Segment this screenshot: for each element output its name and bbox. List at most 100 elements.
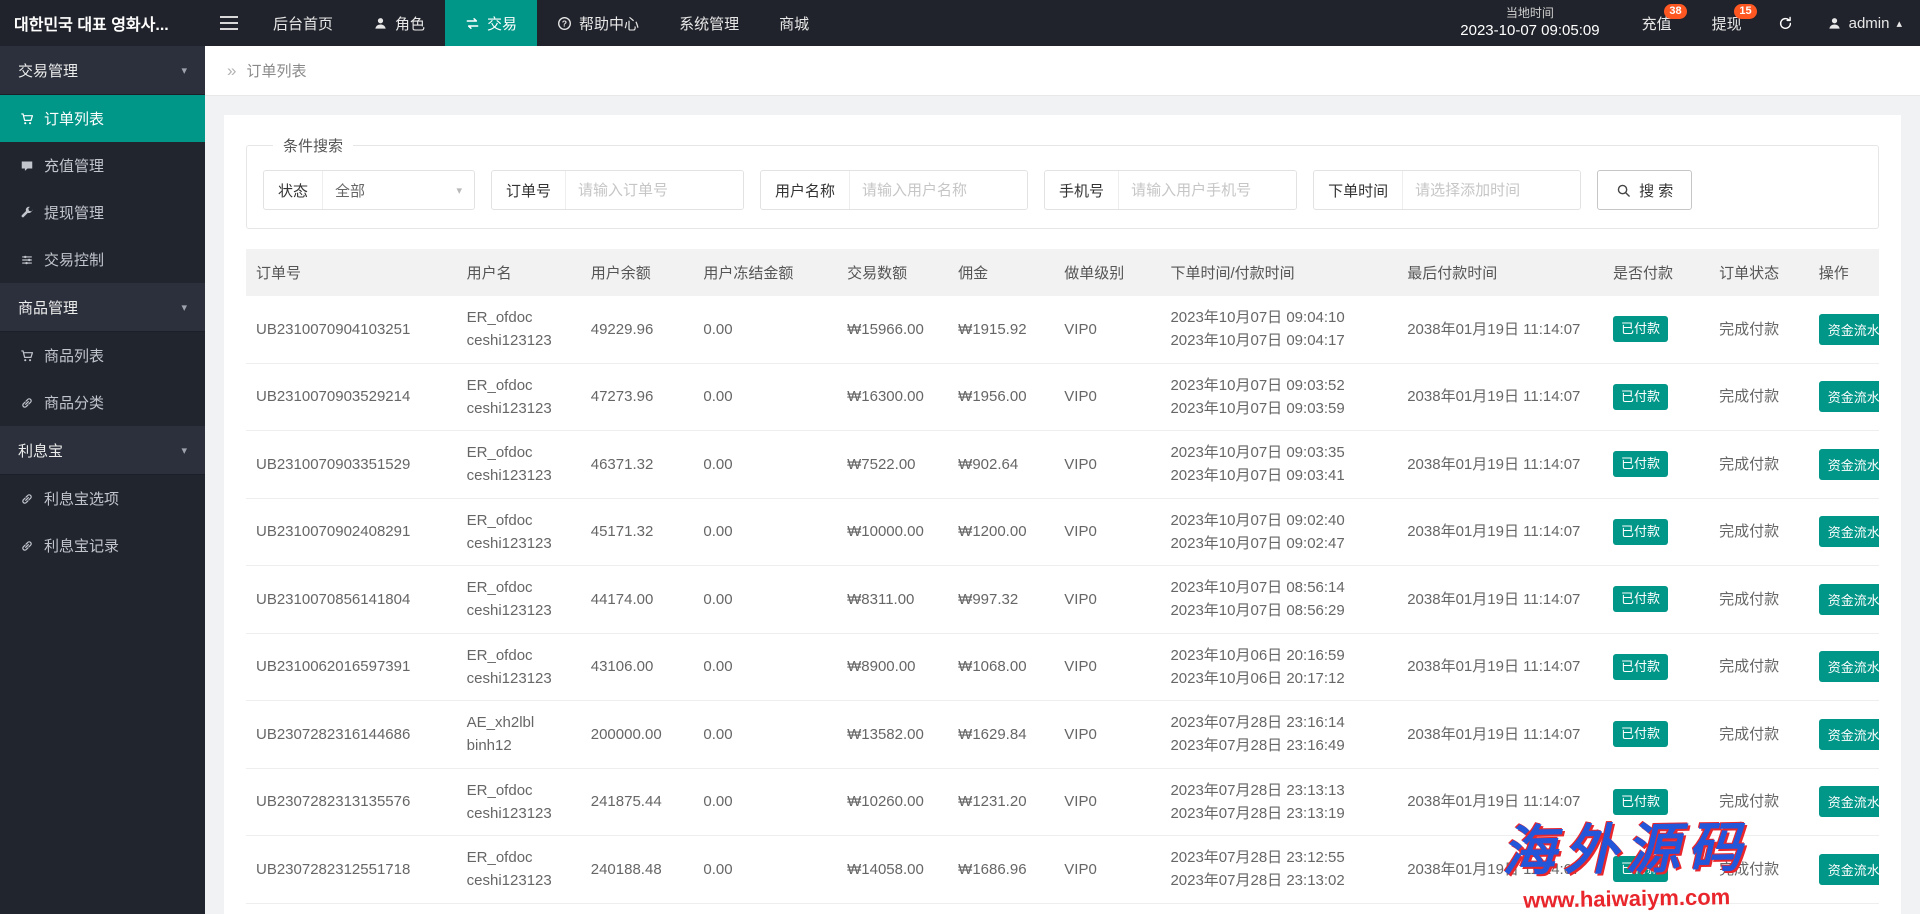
search-panel-title: 条件搜索	[273, 135, 353, 156]
paid-badge: 已付款	[1613, 856, 1668, 882]
cell-frozen: 0.00	[693, 363, 837, 431]
cell-action: 资金流水	[1809, 903, 1879, 914]
cell-pay-status: 已付款	[1603, 903, 1709, 914]
cell-action: 资金流水	[1809, 701, 1879, 769]
fund-flow-button[interactable]: 资金流水	[1819, 786, 1879, 817]
fund-flow-button[interactable]: 资金流水	[1819, 651, 1879, 682]
sidebar: 交易管理▾订单列表充值管理提现管理交易控制商品管理▾商品列表商品分类利息宝▾利息…	[0, 46, 205, 914]
sidebar-item[interactable]: 充值管理	[0, 142, 205, 189]
cell-order-status: 完成付款	[1709, 701, 1809, 769]
nav-item-role[interactable]: 角色	[353, 0, 445, 46]
cell-last-pay-time: 2038年01月19日 11:14:07	[1397, 566, 1603, 634]
fund-flow-button[interactable]: 资金流水	[1819, 381, 1879, 412]
cell-balance: 237460.28	[581, 903, 694, 914]
cell-last-pay-time: 2038年01月19日 11:14:07	[1397, 836, 1603, 904]
quick-withdraw[interactable]: 提现15	[1692, 0, 1762, 46]
hamburger-icon[interactable]	[205, 0, 253, 46]
sidebar-item[interactable]: 商品列表	[0, 332, 205, 379]
refresh-button[interactable]	[1762, 0, 1809, 46]
sidebar-item[interactable]: 交易控制	[0, 236, 205, 283]
column-header: 佣金	[948, 249, 1054, 296]
cell-order-time: 2023年10月07日 09:04:102023年10月07日 09:04:17	[1160, 296, 1397, 363]
cell-frozen: 0.00	[693, 836, 837, 904]
cell-username: ER_ofdocceshi123123	[457, 296, 581, 363]
phone-input[interactable]	[1118, 171, 1296, 209]
cell-pay-status: 已付款	[1603, 768, 1709, 836]
cell-order-time: 2023年10月07日 08:56:142023年10月07日 08:56:29	[1160, 566, 1397, 634]
nav-item-home[interactable]: 后台首页	[253, 0, 353, 46]
orders-card: 条件搜索 状态 全部 ▾ 订单号 用户名称	[224, 115, 1901, 914]
sidebar-item[interactable]: 订单列表	[0, 95, 205, 142]
column-header: 最后付款时间	[1397, 249, 1603, 296]
quick-recharge[interactable]: 充值38	[1622, 0, 1692, 46]
sidebar-menu: 交易管理▾订单列表充值管理提现管理交易控制商品管理▾商品列表商品分类利息宝▾利息…	[0, 46, 205, 569]
sidebar-item-label: 提现管理	[44, 202, 104, 223]
help-icon: ?	[557, 16, 572, 31]
cell-pay-status: 已付款	[1603, 566, 1709, 634]
nav-item-mall[interactable]: 商城	[759, 0, 829, 46]
table-row: UB2310070904103251ER_ofdocceshi123123492…	[246, 296, 1879, 363]
link-icon	[20, 492, 34, 506]
cell-commission: ₩1200.00	[948, 498, 1054, 566]
nav-item-trade[interactable]: 交易	[445, 0, 537, 46]
paid-badge: 已付款	[1613, 586, 1668, 612]
sidebar-item[interactable]: 商品分类	[0, 379, 205, 426]
cell-commission: ₩1231.20	[948, 768, 1054, 836]
admin-menu[interactable]: admin ▴	[1809, 0, 1920, 46]
search-button[interactable]: 搜 索	[1597, 170, 1692, 210]
cell-balance: 46371.32	[581, 431, 694, 499]
column-header: 交易数额	[837, 249, 948, 296]
exchange-icon	[465, 16, 480, 31]
cell-order-status: 完成付款	[1709, 836, 1809, 904]
fund-flow-button[interactable]: 资金流水	[1819, 449, 1879, 480]
fund-flow-button[interactable]: 资金流水	[1819, 854, 1879, 885]
order-no-input[interactable]	[565, 171, 743, 209]
cell-order-time: 2023年07月28日 23:12:552023年07月28日 23:13:02	[1160, 836, 1397, 904]
nav-item-label: 交易	[487, 13, 517, 34]
order-time-input[interactable]	[1402, 171, 1580, 209]
cell-commission: ₩1629.84	[948, 701, 1054, 769]
cell-frozen: 0.00	[693, 431, 837, 499]
sidebar-item[interactable]: 利息宝记录	[0, 522, 205, 569]
cell-commission: ₩902.64	[948, 431, 1054, 499]
cell-balance: 200000.00	[581, 701, 694, 769]
cell-username: ER_ofdocceshi123123	[457, 768, 581, 836]
sidebar-group-0[interactable]: 交易管理▾	[0, 46, 205, 95]
column-header: 是否付款	[1603, 249, 1709, 296]
table-row: UB2310062016597391ER_ofdocceshi123123431…	[246, 633, 1879, 701]
fund-flow-button[interactable]: 资金流水	[1819, 314, 1879, 345]
fund-flow-button[interactable]: 资金流水	[1819, 516, 1879, 547]
cell-balance: 45171.32	[581, 498, 694, 566]
sidebar-item[interactable]: 利息宝选项	[0, 475, 205, 522]
cell-order-no: UB2307282312305954	[246, 903, 457, 914]
username-input[interactable]	[849, 171, 1027, 209]
control-icon	[20, 253, 34, 267]
cell-balance: 49229.96	[581, 296, 694, 363]
paid-badge: 已付款	[1613, 316, 1668, 342]
status-select[interactable]: 全部 ▾	[322, 171, 474, 209]
nav-item-system[interactable]: 系统管理	[659, 0, 759, 46]
fund-flow-button[interactable]: 资金流水	[1819, 719, 1879, 750]
fund-flow-button[interactable]: 资金流水	[1819, 584, 1879, 615]
cell-vip-level: VIP0	[1054, 566, 1160, 634]
table-row: UB2307282312305954ER_ofdocceshi123123237…	[246, 903, 1879, 914]
cell-order-status: 完成付款	[1709, 566, 1809, 634]
sidebar-item[interactable]: 提现管理	[0, 189, 205, 236]
search-icon	[1616, 183, 1631, 198]
link-icon	[20, 396, 34, 410]
cell-last-pay-time: 2038年01月19日 11:14:07	[1397, 296, 1603, 363]
table-header-row: 订单号用户名用户余额用户冻结金额交易数额佣金做单级别下单时间/付款时间最后付款时…	[246, 249, 1879, 296]
nav-item-label: 商城	[779, 13, 809, 34]
refresh-icon	[1778, 16, 1793, 31]
cell-balance: 44174.00	[581, 566, 694, 634]
chevron-down-icon: ▾	[181, 444, 187, 457]
cell-commission: ₩1686.96	[948, 836, 1054, 904]
table-body: UB2310070904103251ER_ofdocceshi123123492…	[246, 296, 1879, 914]
nav-item-help[interactable]: ?帮助中心	[537, 0, 659, 46]
cell-frozen: 0.00	[693, 296, 837, 363]
sidebar-group-1[interactable]: 商品管理▾	[0, 283, 205, 332]
sidebar-group-2[interactable]: 利息宝▾	[0, 426, 205, 475]
cell-username: ER_ofdocceshi123123	[457, 363, 581, 431]
cell-commission: ₩2728.20	[948, 903, 1054, 914]
cell-amount: ₩15966.00	[837, 296, 948, 363]
